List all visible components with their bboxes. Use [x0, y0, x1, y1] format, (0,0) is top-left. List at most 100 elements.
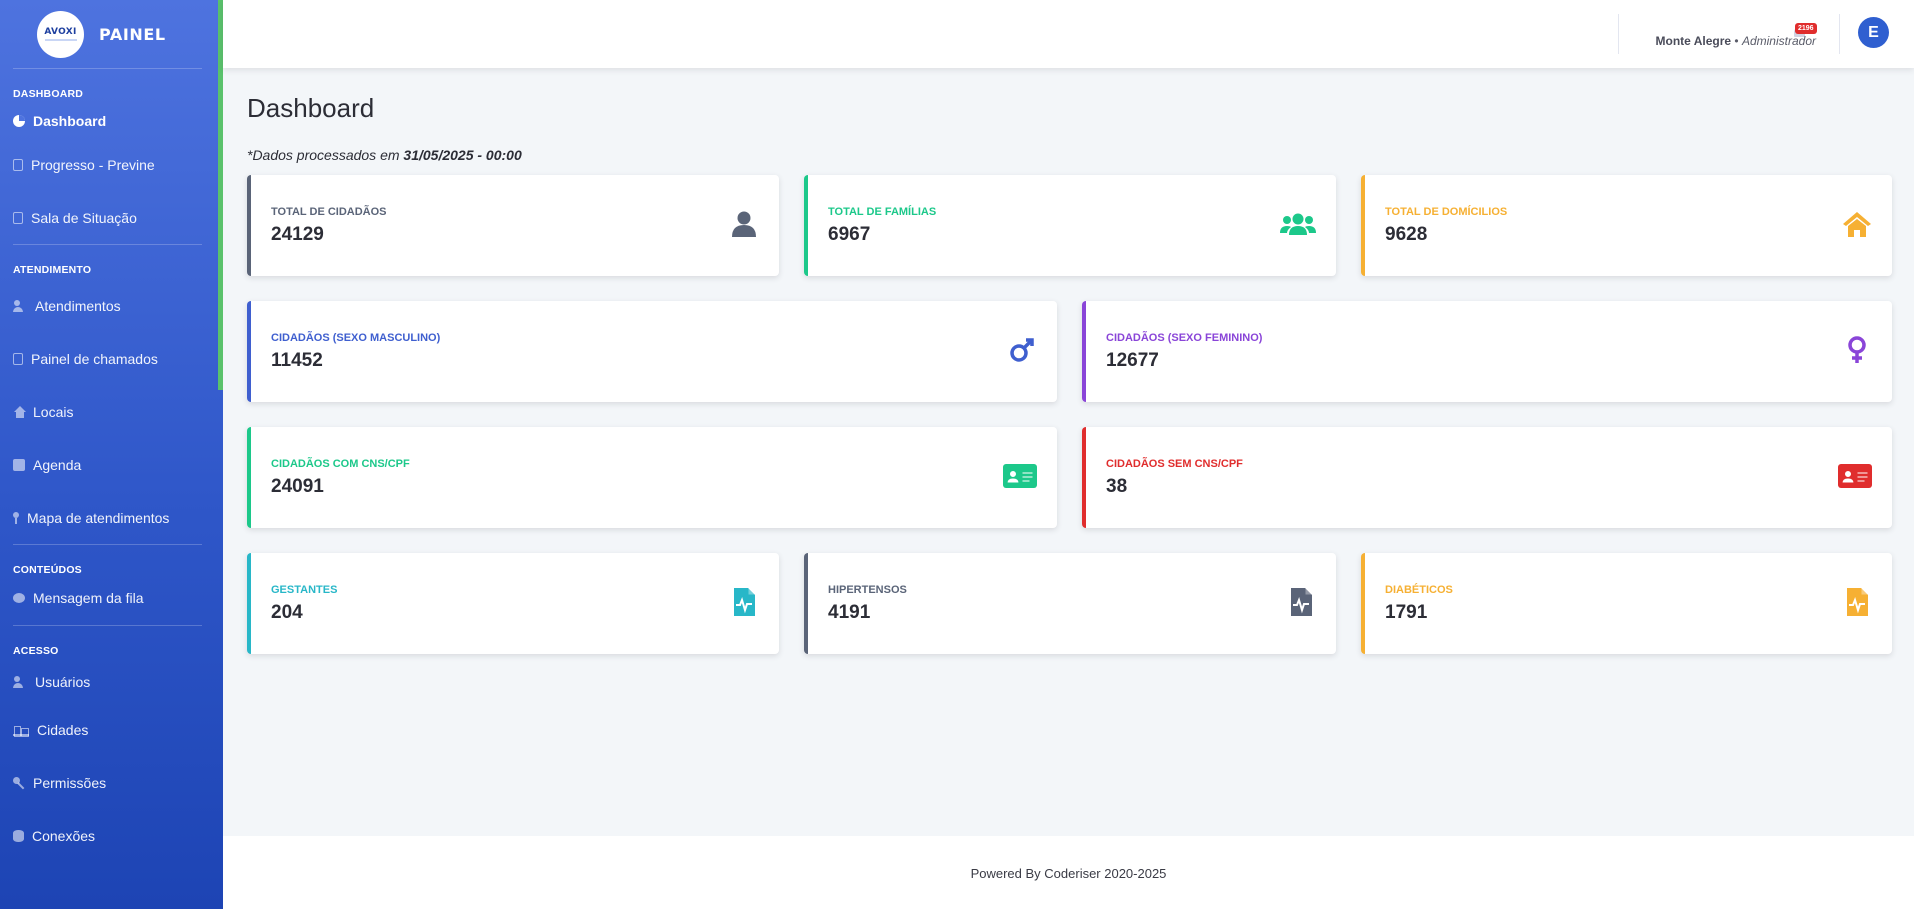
user-role: Administrador	[1741, 34, 1816, 48]
sidebar-item-label: Dashboard	[33, 112, 107, 129]
file-medical-icon	[734, 588, 755, 616]
sidebar-item-label: Usuários	[35, 673, 91, 690]
card-label: TOTAL DE CIDADÃOS	[271, 206, 387, 218]
user-separator: •	[1734, 34, 1739, 48]
card-value: 1791	[1385, 602, 1428, 623]
card-value: 12677	[1106, 350, 1159, 371]
notification-badge: 2196	[1795, 23, 1817, 34]
card-value: 204	[271, 602, 303, 623]
sidebar-item-conexoes[interactable]: Conexões	[0, 809, 223, 862]
sidebar-item-permissoes[interactable]: Permissões	[0, 756, 223, 809]
sidebar-item-label: Sala de Situação	[31, 209, 137, 226]
sidebar-item-painel-de-chamados[interactable]: Painel de chamados	[0, 332, 223, 385]
card-label: GESTANTES	[271, 584, 338, 596]
sidebar-item-label: Mapa de atendimentos	[27, 509, 170, 526]
city-icon	[13, 724, 29, 737]
brand-logo: AVOXI	[37, 10, 84, 58]
sidebar-item-mensagem-da-fila[interactable]: Mensagem da fila	[0, 579, 223, 617]
sidebar-item-progresso-previne[interactable]: Progresso - Previne	[0, 138, 223, 191]
card-value: 6967	[828, 224, 871, 245]
sidebar-item-locais[interactable]: Locais	[0, 385, 223, 438]
sidebar-item-agenda[interactable]: Agenda	[0, 438, 223, 491]
sidebar-item-cidades[interactable]: Cidades	[0, 703, 223, 756]
card-label: DIABÉTICOS	[1385, 584, 1453, 596]
card-cidadaos-sem-cns[interactable]: CIDADÃOS SEM CNS/CPF 38	[1082, 427, 1892, 528]
sidebar: AVOXI PAINEL DASHBOARD Dashboard Progres…	[0, 0, 223, 909]
users-icon	[13, 675, 27, 688]
home-icon	[13, 405, 26, 418]
sidebar-item-sala-de-situacao[interactable]: Sala de Situação	[0, 191, 223, 244]
users-icon	[1280, 213, 1316, 235]
footer-text: Powered By Coderiser 2020-2025	[970, 866, 1167, 881]
sidebar-item-label: Progresso - Previne	[31, 156, 155, 173]
section-acesso: ACESSO	[13, 645, 59, 657]
sidebar-item-label: Conexões	[32, 827, 96, 844]
user-city: Monte Alegre	[1655, 34, 1732, 48]
sidebar-item-label: Atendimentos	[35, 297, 121, 314]
card-cidadaos-feminino[interactable]: CIDADÃOS (SEXO FEMININO) 12677	[1082, 301, 1892, 402]
map-pin-icon	[13, 511, 19, 524]
card-label: CIDADÃOS COM CNS/CPF	[271, 458, 410, 470]
sidebar-item-label: Cidades	[37, 721, 89, 738]
sidebar-brand[interactable]: AVOXI PAINEL	[0, 0, 223, 68]
topbar-divider	[1618, 14, 1619, 54]
sidebar-item-usuarios[interactable]: Usuários	[0, 660, 223, 703]
card-label: CIDADÃOS (SEXO FEMININO)	[1106, 332, 1263, 344]
sidebar-item-mapa-de-atendimentos[interactable]: Mapa de atendimentos	[0, 491, 223, 544]
card-label: CIDADÃOS SEM CNS/CPF	[1106, 458, 1243, 470]
file-medical-icon	[1847, 588, 1868, 616]
card-diabeticos[interactable]: DIABÉTICOS 1791	[1361, 553, 1892, 654]
page-title: Dashboard	[247, 93, 375, 123]
sidebar-item-label: Painel de chamados	[31, 350, 158, 367]
footer: Powered By Coderiser 2020-2025	[223, 836, 1914, 909]
card-value: 24091	[271, 476, 324, 497]
section-conteudos: CONTEÚDOS	[13, 564, 82, 576]
card-total-familias[interactable]: TOTAL DE FAMÍLIAS 6967	[804, 175, 1336, 276]
calendar-icon	[13, 352, 23, 365]
building-icon	[13, 211, 23, 224]
sidebar-item-label: Permissões	[33, 774, 107, 791]
card-hipertensos[interactable]: HIPERTENSOS 4191	[804, 553, 1336, 654]
key-icon	[13, 776, 25, 789]
brand-title: PAINEL	[99, 24, 166, 44]
card-label: CIDADÃOS (SEXO MASCULINO)	[271, 332, 441, 344]
card-value: 24129	[271, 224, 324, 245]
home-icon	[1843, 212, 1871, 237]
card-value: 4191	[828, 602, 871, 623]
card-gestantes[interactable]: GESTANTES 204	[247, 553, 779, 654]
topbar: 2196 Monte Alegre • Administrador E	[223, 0, 1914, 68]
processed-prefix: *Dados processados em	[247, 147, 404, 163]
user-menu[interactable]: Monte Alegre • Administrador	[1656, 34, 1816, 48]
sidebar-item-label: Agenda	[33, 456, 82, 473]
card-value: 9628	[1385, 224, 1428, 245]
id-card-icon	[1838, 464, 1872, 488]
topbar-divider	[1839, 14, 1840, 54]
card-total-domicilios[interactable]: TOTAL DE DOMÍCILIOS 9628	[1361, 175, 1892, 276]
sidebar-item-atendimentos[interactable]: Atendimentos	[0, 279, 223, 332]
card-cidadaos-masculino[interactable]: CIDADÃOS (SEXO MASCULINO) 11452	[247, 301, 1057, 402]
card-cidadaos-com-cns[interactable]: CIDADÃOS COM CNS/CPF 24091	[247, 427, 1057, 528]
clipboard-icon	[13, 158, 23, 171]
processed-date-note: *Dados processados em 31/05/2025 - 00:00	[247, 147, 522, 163]
sidebar-item-dashboard[interactable]: Dashboard	[0, 103, 223, 138]
processed-date: 31/05/2025 - 00:00	[403, 147, 522, 163]
calendar-icon	[13, 458, 25, 471]
section-atendimento: ATENDIMENTO	[13, 264, 92, 276]
venus-icon	[1848, 336, 1866, 363]
card-label: HIPERTENSOS	[828, 584, 907, 596]
id-card-icon	[1003, 464, 1037, 488]
section-dashboard: DASHBOARD	[13, 88, 84, 100]
card-value: 38	[1106, 476, 1128, 497]
card-label: TOTAL DE DOMÍCILIOS	[1385, 206, 1508, 218]
pie-chart-icon	[13, 114, 25, 127]
user-clock-icon	[13, 299, 27, 312]
comment-icon	[13, 593, 25, 603]
sidebar-item-label: Mensagem da fila	[33, 590, 144, 606]
card-value: 11452	[271, 350, 323, 371]
database-icon	[13, 829, 24, 842]
mars-icon	[1010, 338, 1034, 362]
sidebar-item-label: Locais	[33, 403, 74, 420]
card-total-cidadaos[interactable]: TOTAL DE CIDADÃOS 24129	[247, 175, 779, 276]
avatar[interactable]: E	[1858, 17, 1889, 48]
card-label: TOTAL DE FAMÍLIAS	[828, 206, 937, 218]
